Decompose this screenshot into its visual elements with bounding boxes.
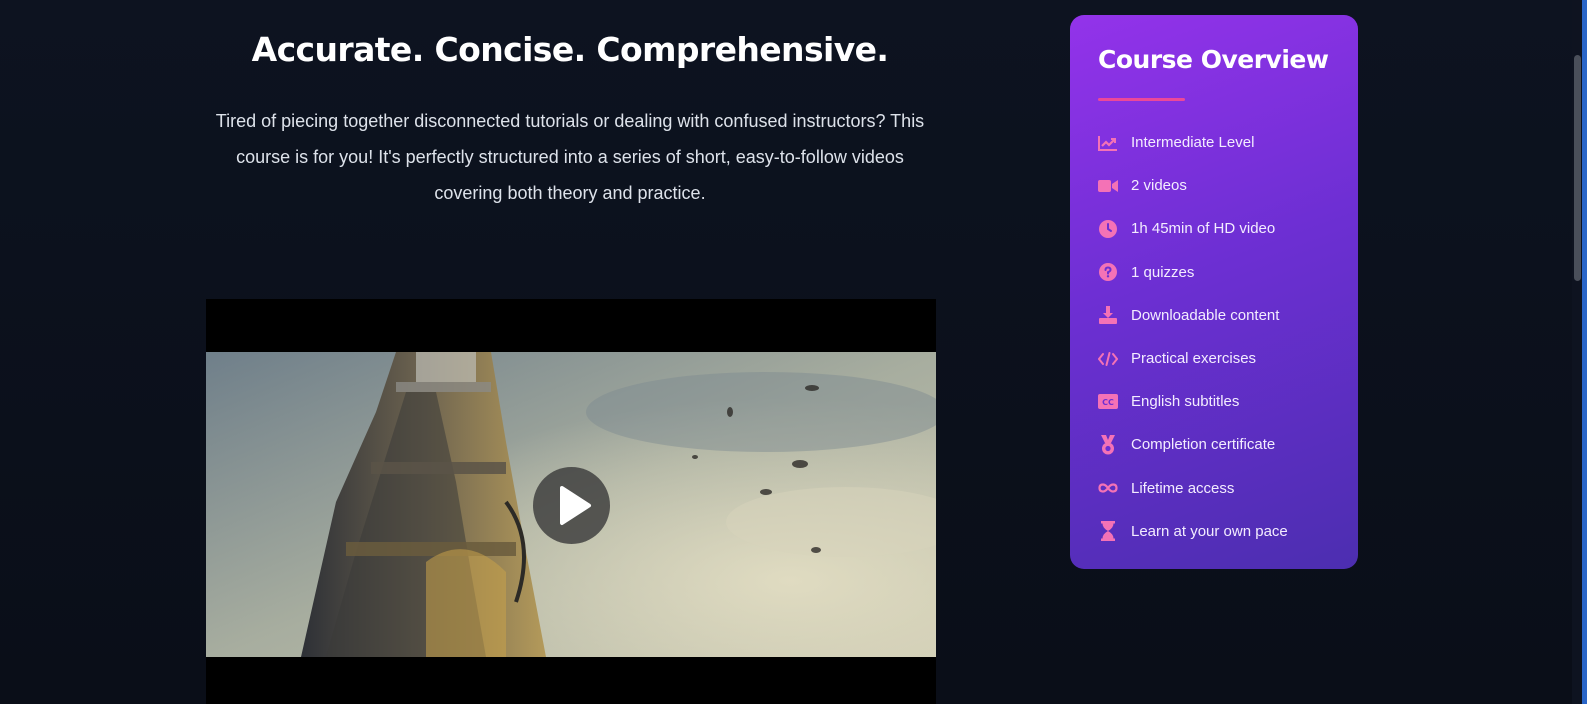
feature-label: Intermediate Level: [1131, 134, 1255, 152]
feature-pace: Learn at your own pace: [1098, 510, 1330, 553]
feature-label: 1 quizzes: [1131, 263, 1195, 281]
feature-lifetime: Lifetime access: [1098, 467, 1330, 510]
chart-line-icon: [1098, 133, 1118, 153]
code-icon: [1098, 349, 1118, 369]
feature-label: Practical exercises: [1131, 350, 1257, 368]
video-player[interactable]: [206, 299, 936, 704]
play-button[interactable]: [533, 467, 610, 544]
hero-title: Accurate. Concise. Comprehensive.: [251, 30, 889, 69]
feature-label: 1h 45min of HD video: [1131, 220, 1276, 238]
closed-captions-icon: CC: [1098, 392, 1118, 412]
feature-label: 2 videos: [1131, 177, 1187, 195]
window-edge: [1582, 0, 1587, 704]
title-underline: [1098, 98, 1185, 101]
question-circle-icon: [1098, 262, 1118, 282]
course-features-list: Intermediate Level 2 videos 1h 45min of …: [1098, 121, 1330, 553]
feature-subtitles: CC English subtitles: [1098, 380, 1330, 423]
feature-label: Completion certificate: [1131, 436, 1276, 454]
feature-quizzes: 1 quizzes: [1098, 251, 1330, 294]
scrollbar-thumb[interactable]: [1574, 55, 1581, 281]
feature-exercises: Practical exercises: [1098, 337, 1330, 380]
play-icon: [560, 486, 591, 525]
hero-description: Tired of piecing together disconnected t…: [215, 111, 925, 203]
course-overview-title: Course Overview: [1098, 45, 1329, 74]
feature-downloads: Downloadable content: [1098, 294, 1330, 337]
infinity-icon: [1098, 478, 1118, 498]
feature-duration: 1h 45min of HD video: [1098, 207, 1330, 250]
feature-certificate: Completion certificate: [1098, 423, 1330, 466]
clock-icon: [1098, 219, 1118, 239]
svg-text:CC: CC: [1102, 398, 1114, 407]
video-camera-icon: [1098, 176, 1118, 196]
feature-videos: 2 videos: [1098, 164, 1330, 207]
download-icon: [1098, 305, 1118, 325]
feature-level: Intermediate Level: [1098, 121, 1330, 164]
medal-icon: [1098, 434, 1118, 455]
course-overview-card: Course Overview Intermediate Level 2 vid…: [1070, 15, 1358, 569]
feature-label: Downloadable content: [1131, 306, 1280, 324]
feature-label: Learn at your own pace: [1131, 522, 1288, 540]
hourglass-icon: [1098, 521, 1118, 542]
page-scrollbar[interactable]: [1572, 0, 1587, 704]
feature-label: Lifetime access: [1131, 479, 1235, 497]
feature-label: English subtitles: [1131, 393, 1240, 411]
